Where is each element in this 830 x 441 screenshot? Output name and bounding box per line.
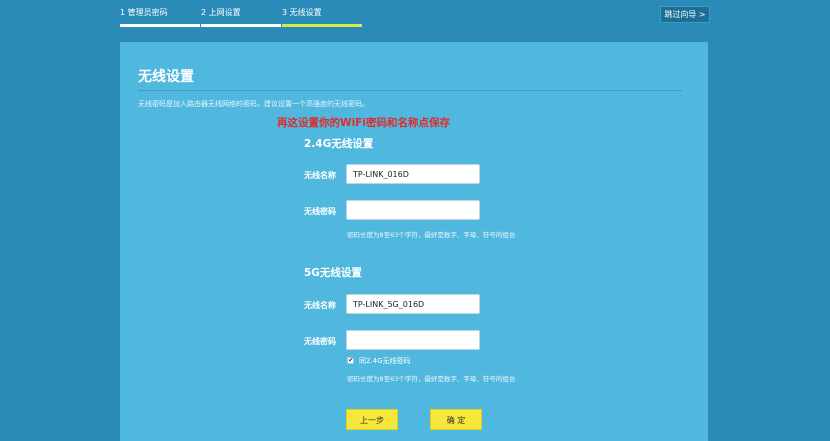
page-title: 无线设置 (138, 69, 194, 85)
confirm-button[interactable]: 确 定 (430, 409, 482, 430)
step-2-label: 2 上网设置 (201, 8, 241, 17)
same-as-24g-label[interactable]: 同2.4G无线密码 (359, 356, 411, 366)
skip-wizard-button[interactable]: 跳过向导 > (660, 6, 710, 23)
same-as-24g-checkbox[interactable]: ✔ (347, 356, 354, 364)
checkmark-icon: ✔ (348, 356, 354, 364)
password-5g-input[interactable] (346, 330, 480, 350)
step-1-label: 1 管理员密码 (120, 8, 168, 17)
previous-step-button[interactable]: 上一步 (346, 409, 398, 430)
step-3-progress-bar (282, 24, 362, 27)
section-title-24g: 2.4G无线设置 (304, 138, 374, 150)
password-24g-label: 无线密码 (304, 207, 336, 216)
step-3-label: 3 无线设置 (282, 8, 322, 17)
page-description: 无线密码是加入路由器无线网络的密码，建议设置一个高强度的无线密码。 (138, 100, 369, 108)
step-1-progress-bar (120, 24, 200, 27)
password-5g-label: 无线密码 (304, 337, 336, 346)
step-2-progress-bar (201, 24, 281, 27)
ssid-5g-label: 无线名称 (304, 301, 336, 310)
password-5g-hint: 密码长度为8至63个字符，最好是数字、字母、符号的组合 (347, 375, 516, 383)
ssid-5g-input[interactable] (346, 294, 480, 314)
password-24g-hint: 密码长度为8至63个字符，最好是数字、字母、符号的组合 (347, 231, 516, 239)
wireless-settings-panel: 无线设置 无线密码是加入路由器无线网络的密码，建议设置一个高强度的无线密码。 再… (120, 42, 708, 441)
ssid-24g-input[interactable] (346, 164, 480, 184)
password-24g-input[interactable] (346, 200, 480, 220)
red-annotation-text: 再这设置你的WiFi密码和名称点保存 (277, 117, 450, 129)
section-title-5g: 5G无线设置 (304, 267, 362, 279)
ssid-24g-label: 无线名称 (304, 171, 336, 180)
title-divider (138, 90, 682, 91)
